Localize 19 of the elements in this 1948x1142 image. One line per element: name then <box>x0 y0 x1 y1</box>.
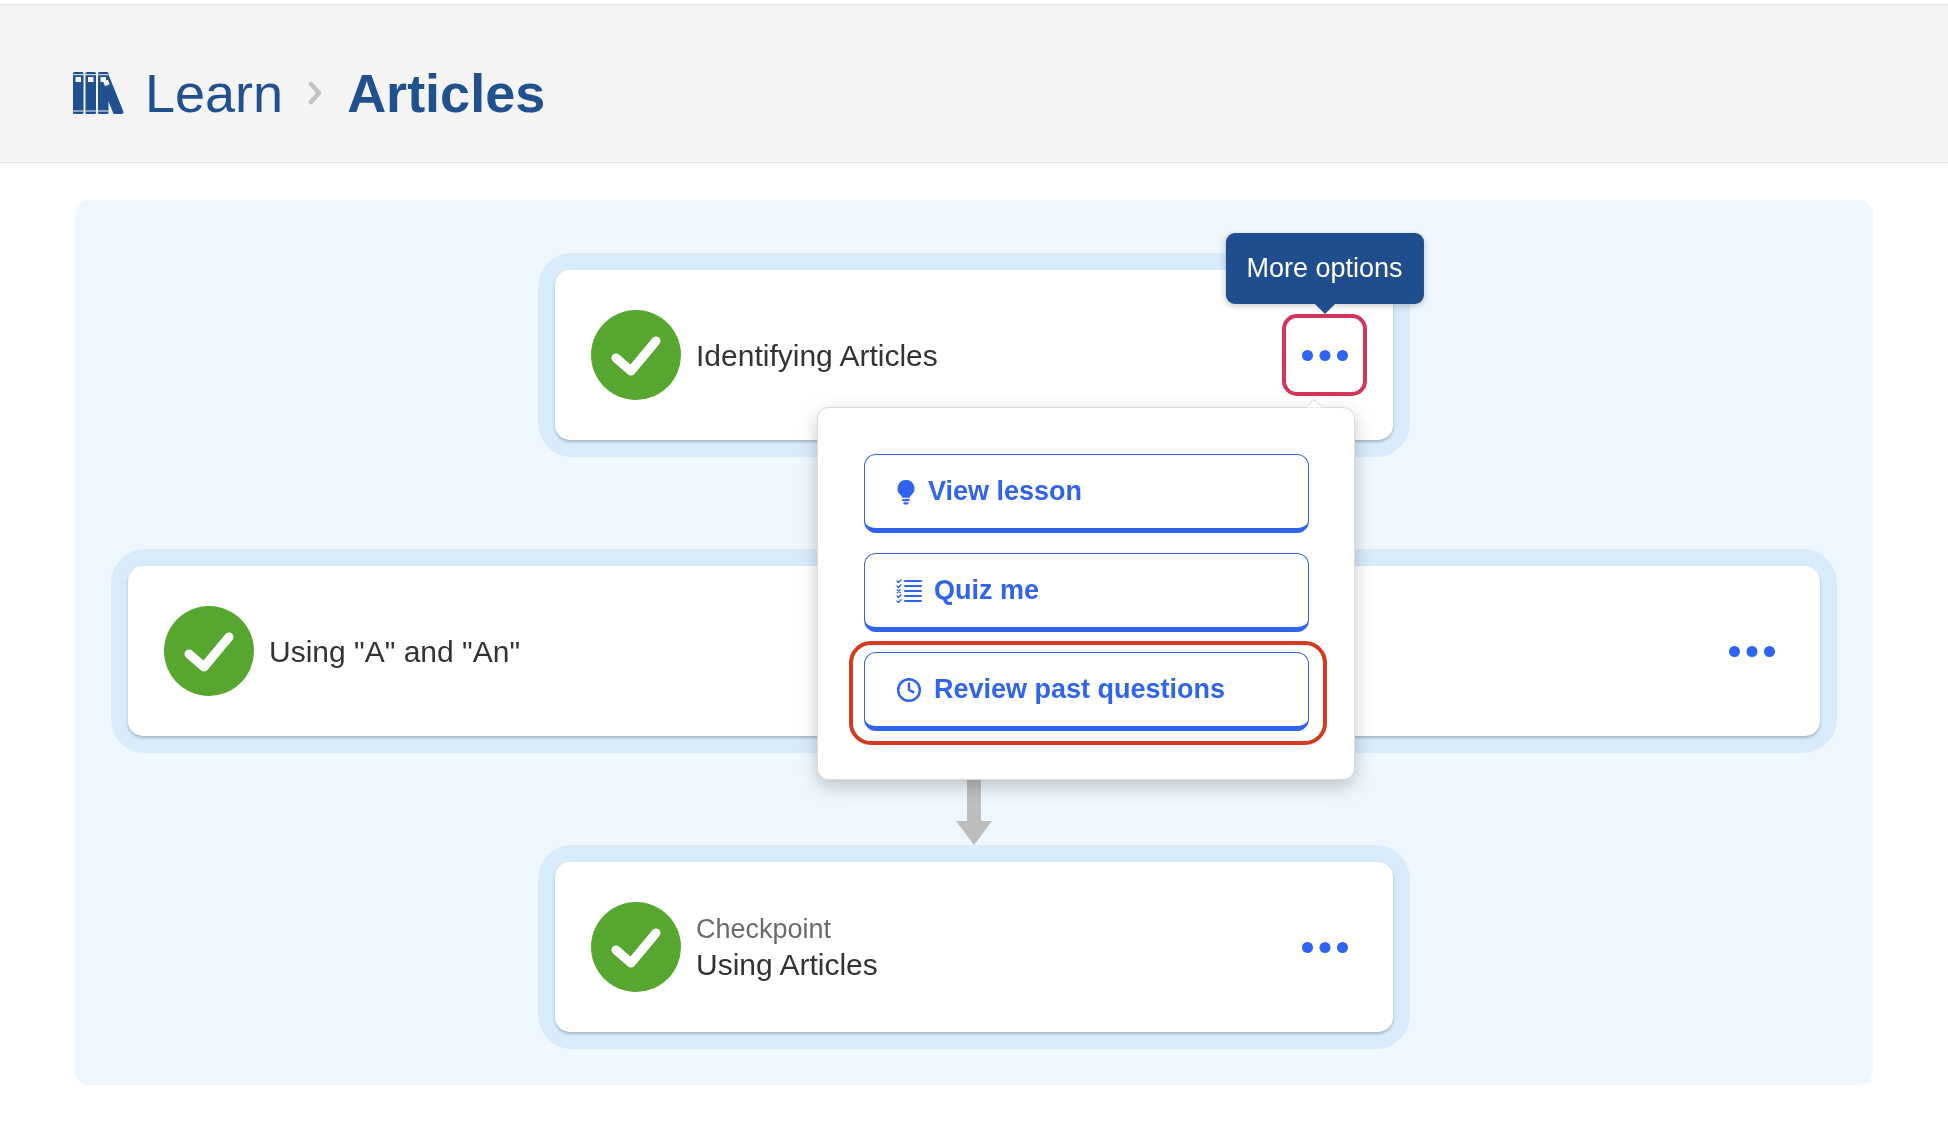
ellipsis-icon <box>1728 645 1775 657</box>
tooltip-pointer-icon <box>1313 303 1336 314</box>
lesson-title: Using "A" and "An" <box>269 633 521 670</box>
menu-option[interactable]: Quiz me <box>864 553 1309 632</box>
lesson-title: Using Articles <box>696 947 878 982</box>
checklist-icon <box>896 578 922 603</box>
ellipsis-icon <box>1301 349 1348 361</box>
tooltip: More options <box>1225 233 1424 304</box>
breadcrumb-link[interactable]: Learn <box>145 66 284 120</box>
page-title: Articles <box>347 66 546 120</box>
ellipsis-icon <box>1301 941 1348 953</box>
clock-icon <box>896 676 922 703</box>
chevron-right-icon <box>308 81 323 105</box>
more-options-button[interactable] <box>1282 314 1367 396</box>
menu-option[interactable]: View lesson <box>864 454 1309 533</box>
lightbulb-icon <box>896 478 916 505</box>
menu-option[interactable]: Review past questions <box>864 652 1309 731</box>
lesson-title: Identifying Articles <box>696 337 938 374</box>
checkpoint-label: Checkpoint <box>696 913 833 946</box>
